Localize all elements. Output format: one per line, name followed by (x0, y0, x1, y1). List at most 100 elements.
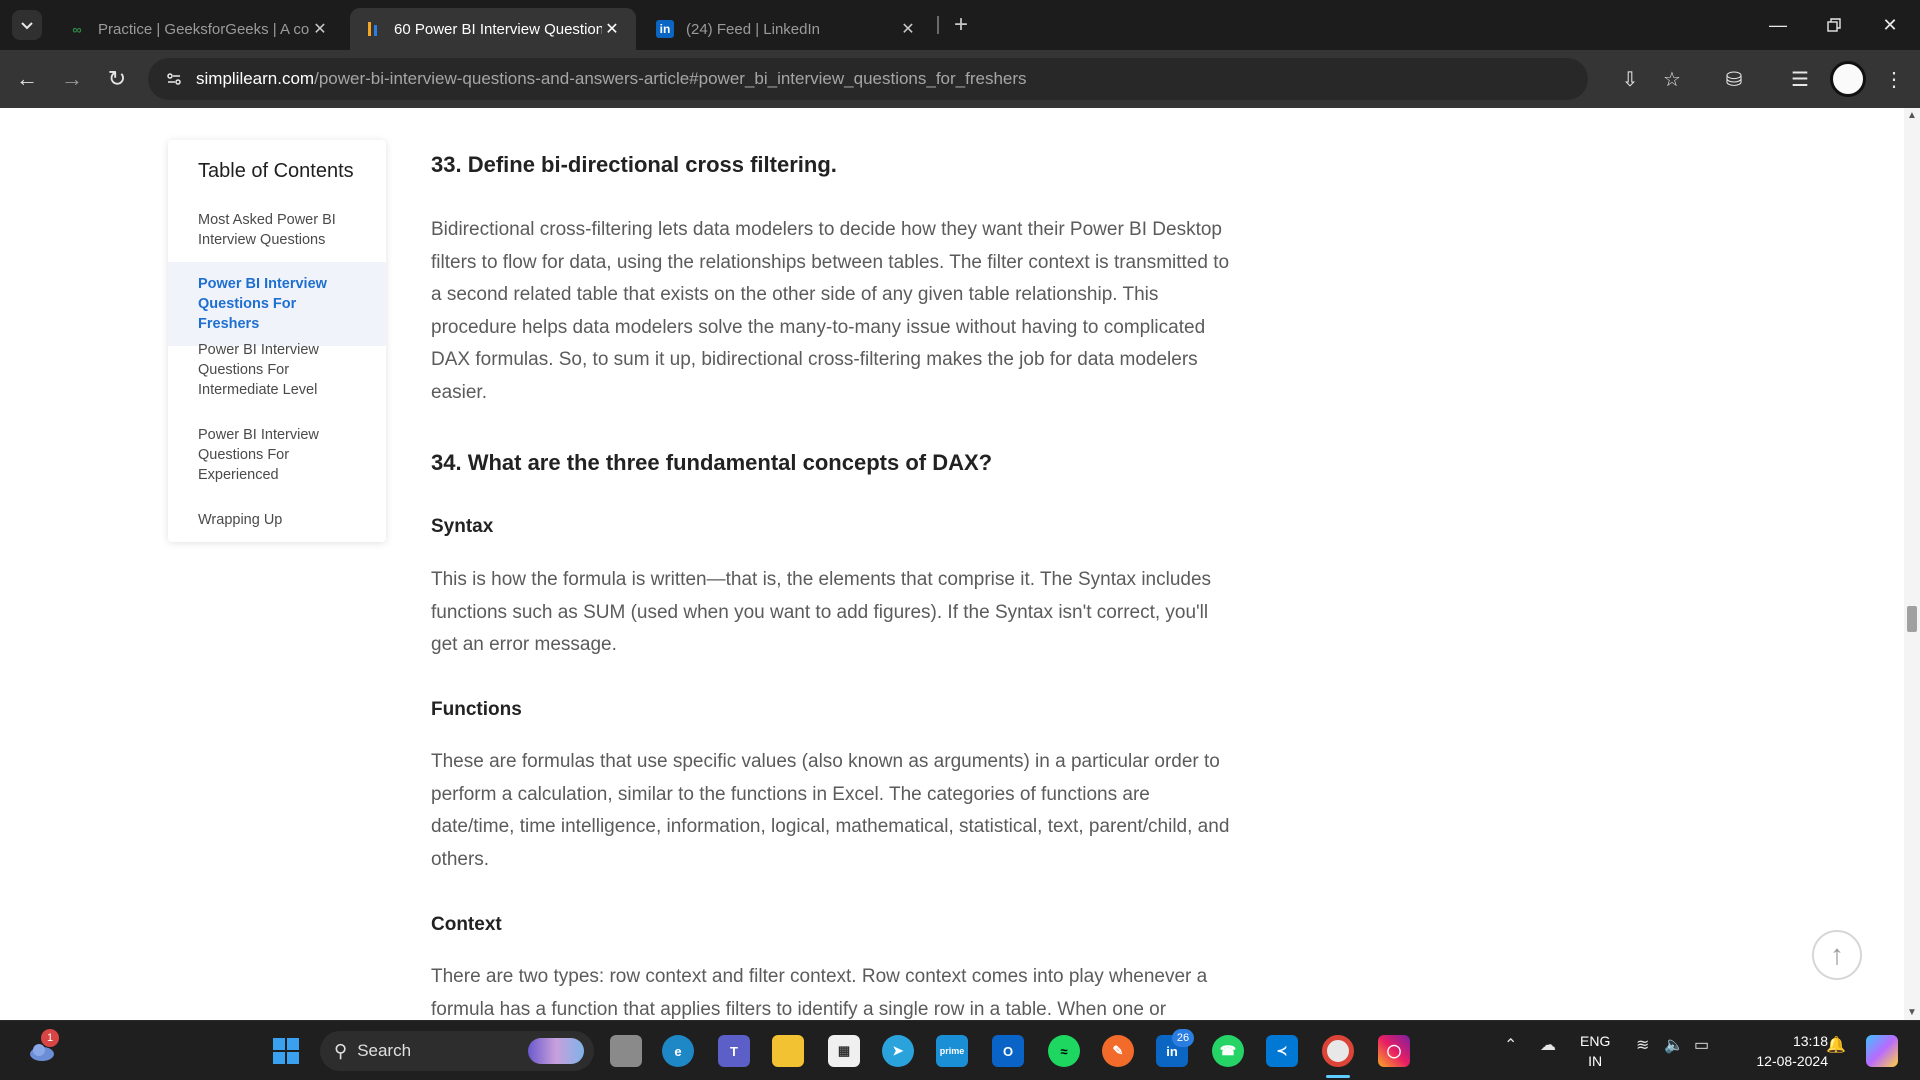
restore-icon (1827, 18, 1841, 32)
star-icon: ☆ (1663, 68, 1681, 91)
teams-icon[interactable]: T (718, 1035, 750, 1067)
linkedin-badge: 26 (1172, 1029, 1194, 1047)
plus-icon: + (953, 11, 968, 38)
toc-item-most-asked[interactable]: Most Asked Power BI Interview Questions (168, 210, 386, 250)
close-tab-icon[interactable]: ✕ (898, 19, 918, 39)
close-icon: ✕ (1882, 14, 1898, 35)
toc-item-intermediate[interactable]: Power BI Interview Questions For Interme… (168, 340, 386, 400)
media-controls-button[interactable]: ☰ (1784, 63, 1816, 95)
microsoft-store-icon[interactable]: ▦ (828, 1035, 860, 1067)
tab-linkedin[interactable]: in (24) Feed | LinkedIn ✕ (642, 8, 932, 50)
tab-title: Practice | GeeksforGeeks | A cor (98, 20, 310, 38)
context-heading: Context (431, 914, 502, 935)
language-indicator[interactable]: ENG IN (1580, 1031, 1610, 1071)
search-icon: ⚲ (334, 1040, 348, 1061)
restore-button[interactable] (1806, 0, 1862, 50)
scrollbar-thumb[interactable] (1907, 606, 1917, 632)
close-window-button[interactable]: ✕ (1862, 0, 1918, 50)
chrome-icon[interactable] (1322, 1035, 1354, 1067)
geeksforgeeks-icon: ∞ (72, 21, 82, 37)
notification-bell-icon[interactable]: 🔔 (1826, 1035, 1846, 1055)
back-to-top-button[interactable]: ↑ (1812, 930, 1862, 980)
playlist-icon: ☰ (1791, 68, 1809, 91)
show-hidden-icons-button[interactable]: ⌃ (1504, 1035, 1517, 1055)
task-view-icon[interactable] (610, 1035, 642, 1067)
prime-video-icon[interactable]: prime (936, 1035, 968, 1067)
site-info-icon[interactable] (162, 67, 186, 91)
address-bar[interactable]: simplilearn.com/power-bi-interview-quest… (148, 58, 1588, 100)
taskbar-search-box[interactable]: ⚲ Search (320, 1031, 594, 1071)
battery-icon[interactable]: ▭ (1694, 1035, 1709, 1055)
onedrive-icon[interactable]: ☁ (1540, 1035, 1556, 1055)
question-33-answer: Bidirectional cross-filtering lets data … (431, 219, 1230, 403)
url-path: /power-bi-interview-questions-and-answer… (314, 69, 1027, 88)
toc-item-freshers[interactable]: Power BI Interview Questions For Fresher… (168, 262, 386, 346)
reload-icon: ↻ (107, 66, 127, 91)
postman-icon[interactable]: ✎ (1102, 1035, 1134, 1067)
tab-geeksforgeeks[interactable]: ∞ Practice | GeeksforGeeks | A cor ✕ (54, 8, 344, 50)
windows-logo-icon (273, 1038, 299, 1064)
profile-avatar[interactable] (1830, 61, 1866, 97)
tab-title: 60 Power BI Interview Questions (394, 20, 602, 38)
install-app-button[interactable]: ⇩ (1614, 63, 1646, 95)
scroll-down-icon[interactable]: ▼ (1904, 1007, 1920, 1018)
functions-paragraph: These are formulas that use specific val… (431, 751, 1230, 870)
extensions-button[interactable]: ⛁ (1718, 63, 1750, 95)
toc-item-wrapping-up[interactable]: Wrapping Up (168, 510, 386, 530)
volume-icon[interactable]: 🔈 (1664, 1035, 1684, 1055)
question-33-heading: 33. Define bi-directional cross filterin… (431, 152, 837, 177)
install-icon: ⇩ (1621, 68, 1639, 91)
back-button[interactable]: ← (10, 62, 44, 96)
scroll-up-icon[interactable]: ▲ (1904, 110, 1920, 121)
tab-divider (937, 16, 939, 34)
search-label: Search (357, 1041, 412, 1060)
minimize-icon: — (1769, 14, 1787, 35)
vscode-icon[interactable]: ≺ (1266, 1035, 1298, 1067)
bookmark-button[interactable]: ☆ (1656, 63, 1688, 95)
active-app-indicator (1326, 1075, 1350, 1078)
forward-button[interactable]: → (55, 62, 89, 96)
more-vertical-icon: ⋮ (1884, 68, 1904, 91)
url-host: simplilearn.com (196, 69, 315, 88)
tab-search-menu-button[interactable] (12, 10, 42, 40)
puzzle-icon: ⛁ (1725, 68, 1743, 91)
reload-button[interactable]: ↻ (100, 62, 134, 96)
close-tab-icon[interactable]: ✕ (310, 19, 330, 39)
instagram-icon[interactable]: ◯ (1378, 1035, 1410, 1067)
syntax-paragraph: This is how the formula is written—that … (431, 569, 1212, 656)
clock-date: 12-08-2024 (1756, 1053, 1828, 1069)
wifi-icon[interactable]: ≋ (1636, 1035, 1649, 1055)
minimize-button[interactable]: — (1750, 0, 1806, 50)
tab-title: (24) Feed | LinkedIn (686, 20, 820, 38)
windows-taskbar: 1 ⚲ Search e T ▦ ➤ prime O ≈ ✎ in 26 ☎ ≺… (0, 1020, 1920, 1080)
edge-icon[interactable]: e (662, 1035, 694, 1067)
close-tab-icon[interactable]: ✕ (602, 19, 622, 39)
toc-item-experienced[interactable]: Power BI Interview Questions For Experie… (168, 425, 386, 485)
clock-time: 13:18 (1792, 1033, 1828, 1049)
copilot-icon[interactable] (1866, 1035, 1898, 1067)
file-explorer-icon[interactable] (772, 1035, 804, 1067)
toc-title: Table of Contents (198, 160, 354, 182)
new-tab-button[interactable]: + (944, 10, 978, 40)
browser-toolbar: ← → ↻ simplilearn.com/power-bi-interview… (0, 50, 1920, 108)
browser-menu-button[interactable]: ⋮ (1878, 63, 1910, 95)
linkedin-icon: in (656, 20, 674, 38)
start-button[interactable] (270, 1035, 302, 1067)
chevron-down-icon (21, 22, 33, 30)
arrow-right-icon: → (61, 66, 83, 91)
system-clock[interactable]: 13:18 12-08-2024 (1742, 1031, 1828, 1071)
search-highlight-icon (528, 1038, 584, 1064)
language-code: ENG (1580, 1033, 1611, 1049)
spotify-icon[interactable]: ≈ (1048, 1035, 1080, 1067)
syntax-heading: Syntax (431, 516, 494, 537)
region-code: IN (1588, 1053, 1603, 1069)
question-34-heading: 34. What are the three fundamental conce… (431, 450, 993, 475)
page-scrollbar[interactable]: ▲ ▼ (1904, 108, 1920, 1020)
tab-simplilearn[interactable]: 60 Power BI Interview Questions ✕ (350, 8, 636, 50)
outlook-icon[interactable]: O (992, 1035, 1024, 1067)
arrow-left-icon: ← (16, 66, 38, 91)
whatsapp-icon[interactable]: ☎ (1212, 1035, 1244, 1067)
telegram-icon[interactable]: ➤ (882, 1035, 914, 1067)
notification-badge: 1 (41, 1029, 59, 1047)
chevron-up-icon: ⌃ (1504, 1037, 1518, 1054)
